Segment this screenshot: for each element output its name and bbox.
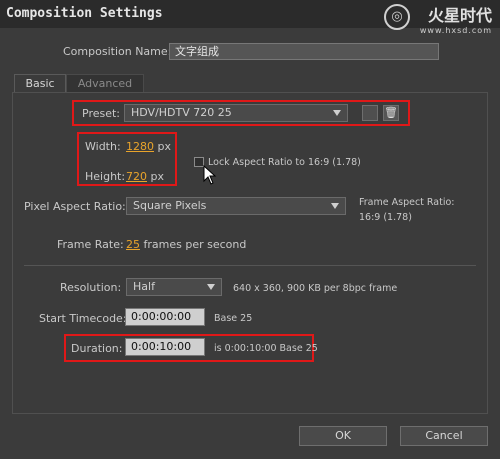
- width-field[interactable]: 1280 px: [126, 140, 171, 153]
- tab-advanced[interactable]: Advanced: [66, 74, 144, 92]
- width-value[interactable]: 1280: [126, 140, 154, 153]
- pixel-aspect-dropdown[interactable]: Square Pixels: [126, 197, 346, 215]
- chevron-down-icon: [333, 110, 341, 116]
- height-unit: px: [150, 170, 165, 183]
- pixel-aspect-label: Pixel Aspect Ratio:: [24, 200, 126, 213]
- trash-icon[interactable]: 🗑: [383, 105, 399, 121]
- duration-label: Duration:: [71, 342, 123, 355]
- duration-input[interactable]: 0:00:10:00: [125, 338, 205, 356]
- frame-rate-value[interactable]: 25: [126, 238, 140, 251]
- pixel-aspect-value: Square Pixels: [133, 199, 207, 212]
- width-label: Width:: [85, 140, 121, 153]
- composition-name-label: Composition Name:: [63, 45, 172, 58]
- frame-rate-label: Frame Rate:: [57, 238, 124, 251]
- start-timecode-input[interactable]: 0:00:00:00: [125, 308, 205, 326]
- frame-aspect-value: 16:9 (1.78): [359, 212, 412, 223]
- resolution-dropdown[interactable]: Half: [126, 278, 222, 296]
- mouse-cursor-icon: [203, 165, 217, 185]
- watermark-url: www.hxsd.com: [419, 26, 492, 35]
- watermark: 火星时代 www.hxsd.com: [420, 2, 492, 35]
- frame-rate-field[interactable]: 25 frames per second: [126, 238, 246, 251]
- frame-rate-unit: frames per second: [143, 238, 247, 251]
- resolution-info: 640 x 360, 900 KB per 8bpc frame: [233, 283, 398, 294]
- height-field[interactable]: 720 px: [126, 170, 164, 183]
- divider: [24, 265, 476, 266]
- duration-info: is 0:00:10:00 Base 25: [214, 343, 318, 354]
- resolution-value: Half: [133, 280, 155, 293]
- preset-label: Preset:: [82, 107, 121, 120]
- composition-name-input[interactable]: 文字组成: [169, 43, 439, 60]
- resolution-label: Resolution:: [60, 281, 122, 294]
- save-preset-icon[interactable]: [362, 105, 378, 121]
- start-timecode-base: Base 25: [214, 313, 253, 324]
- height-value[interactable]: 720: [126, 170, 147, 183]
- ok-button[interactable]: OK: [299, 426, 387, 446]
- width-unit: px: [157, 140, 172, 153]
- preset-value: HDV/HDTV 720 25: [131, 106, 232, 119]
- chevron-down-icon: [207, 284, 215, 290]
- cancel-button[interactable]: Cancel: [400, 426, 488, 446]
- frame-aspect-label: Frame Aspect Ratio:: [359, 197, 455, 208]
- start-timecode-label: Start Timecode:: [39, 312, 127, 325]
- watermark-brand: 火星时代: [427, 6, 492, 25]
- height-label: Height:: [85, 170, 126, 183]
- tab-basic[interactable]: Basic: [14, 74, 66, 92]
- chevron-down-icon: [331, 203, 339, 209]
- brand-logo-icon: ◎: [384, 4, 410, 30]
- lock-aspect-label: Lock Aspect Ratio to 16:9 (1.78): [208, 157, 361, 168]
- window-title: Composition Settings: [6, 6, 163, 21]
- preset-dropdown[interactable]: HDV/HDTV 720 25: [124, 104, 348, 122]
